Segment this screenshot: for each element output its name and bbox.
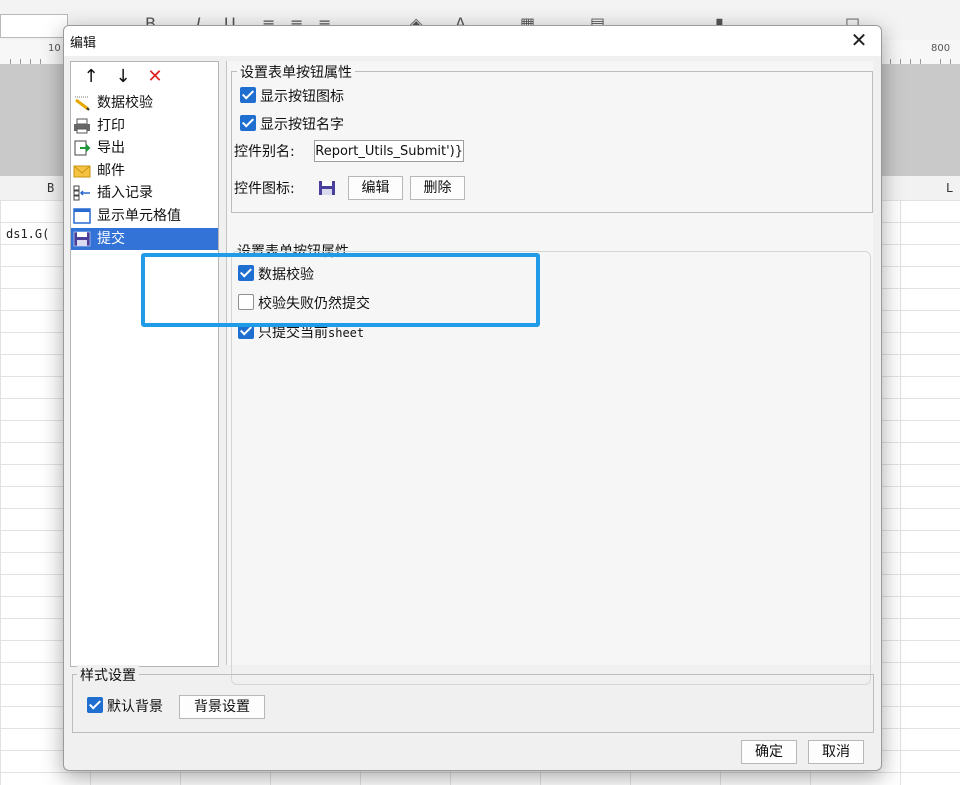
ruler-number: 10	[48, 43, 61, 54]
group-title: 样式设置	[77, 665, 139, 685]
cancel-button[interactable]: 取消	[808, 740, 864, 764]
style-settings-group: 样式设置 默认背景 背景设置	[72, 665, 874, 733]
tree-item-label: 邮件	[97, 162, 125, 179]
insert-row-icon	[73, 185, 90, 201]
tree-item-export[interactable]: 导出	[71, 137, 218, 160]
show-icon-option[interactable]: 显示按钮图标	[240, 86, 344, 108]
move-up-icon[interactable]: ↑	[81, 66, 101, 88]
column-header-b[interactable]: B	[47, 181, 54, 195]
close-icon[interactable]: ✕	[847, 28, 871, 52]
tree-item-print[interactable]: 打印	[71, 115, 218, 138]
alias-label: 控件别名:	[234, 144, 295, 160]
default-bg-option[interactable]: 默认背景	[87, 696, 163, 718]
show-name-checkbox[interactable]	[240, 115, 256, 131]
event-tree: 数据校验 打印 导出 邮件 插入记录 显示单元格值 提交	[71, 92, 218, 251]
tree-item-data-validation[interactable]: 数据校验	[71, 92, 218, 115]
property-panel: 设置表单按钮属性 显示按钮图标 显示按钮名字 控件别名: Report_Util…	[226, 61, 873, 685]
cell-formula-text: ds1.G(	[6, 227, 50, 241]
edit-dialog: 编辑 ✕ ↑ ↓ ✕ 数据校验 打印 导出 邮件 插入记录 显示单元格值 提交 …	[63, 25, 882, 771]
alias-value: Report_Utils_Submit')}	[315, 144, 463, 159]
mail-icon	[73, 165, 91, 178]
tree-item-submit[interactable]: 提交	[71, 227, 218, 251]
only-current-sheet-suffix: sheet	[328, 326, 365, 340]
icon-label: 控件图标:	[234, 181, 295, 197]
export-icon	[74, 140, 91, 156]
button-properties-group: 设置表单按钮属性 显示按钮图标 显示按钮名字 控件别名: Report_Util…	[231, 62, 873, 213]
dialog-title: 编辑	[70, 36, 97, 51]
delete-icon[interactable]: ✕	[145, 66, 165, 88]
pencil-icon	[75, 96, 90, 111]
group-title: 设置表单按钮属性	[237, 62, 355, 82]
default-bg-label: 默认背景	[107, 699, 163, 715]
only-current-sheet-label: 只提交当前	[258, 325, 328, 341]
delete-icon-button[interactable]: 删除	[410, 176, 465, 200]
font-size-combo[interactable]	[0, 14, 68, 38]
tree-item-label: 插入记录	[97, 185, 153, 202]
tree-item-label: 导出	[97, 140, 125, 157]
move-down-icon[interactable]: ↓	[113, 66, 133, 88]
show-name-label: 显示按钮名字	[260, 117, 344, 133]
tree-item-insert-record[interactable]: 插入记录	[71, 182, 218, 205]
tree-item-label: 提交	[97, 230, 125, 247]
bg-settings-button[interactable]: 背景设置	[179, 695, 265, 719]
event-list-toolbar: ↑ ↓ ✕	[71, 62, 218, 92]
printer-icon	[74, 118, 90, 134]
edit-icon-button[interactable]: 编辑	[348, 176, 403, 200]
icon-row: 控件图标:	[234, 178, 295, 200]
alias-input[interactable]: Report_Utils_Submit')}	[314, 140, 464, 162]
dialog-titlebar[interactable]: 编辑 ✕	[64, 26, 881, 56]
ok-button[interactable]: 确定	[741, 740, 797, 764]
event-list-panel: ↑ ↓ ✕ 数据校验 打印 导出 邮件 插入记录 显示单元格值 提交	[70, 61, 219, 667]
cell-icon	[73, 208, 91, 224]
show-name-option[interactable]: 显示按钮名字	[240, 114, 344, 136]
show-icon-label: 显示按钮图标	[260, 89, 344, 105]
highlight-box	[141, 253, 540, 327]
tree-item-mail[interactable]: 邮件	[71, 160, 218, 183]
tree-item-label: 显示单元格值	[97, 207, 181, 224]
ruler-number: 800	[931, 43, 951, 54]
tree-item-label: 打印	[97, 117, 125, 134]
default-bg-checkbox[interactable]	[87, 697, 103, 713]
show-icon-checkbox[interactable]	[240, 87, 256, 103]
column-header-l[interactable]: L	[946, 181, 953, 195]
button-icon-preview	[319, 181, 335, 195]
alias-row: 控件别名: Report_Utils_Submit')}	[234, 140, 464, 163]
tree-item-label: 数据校验	[97, 95, 153, 111]
tree-item-show-cell-value[interactable]: 显示单元格值	[71, 205, 218, 228]
save-icon	[73, 231, 91, 246]
